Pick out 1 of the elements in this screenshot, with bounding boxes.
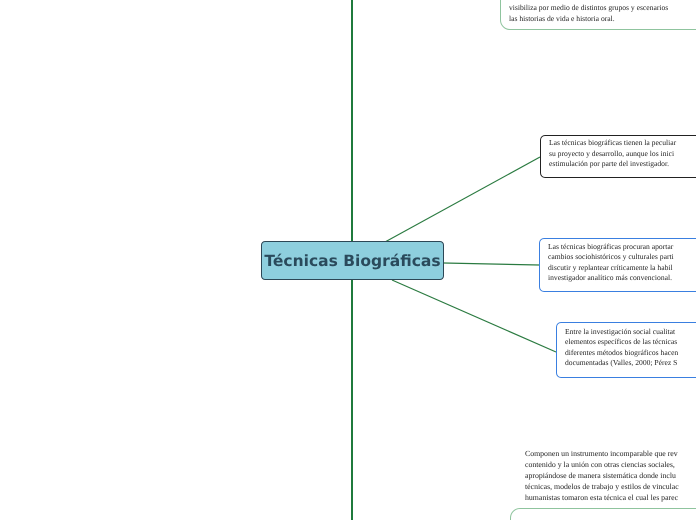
central-topic[interactable]: Técnicas Biográficas	[261, 241, 444, 280]
